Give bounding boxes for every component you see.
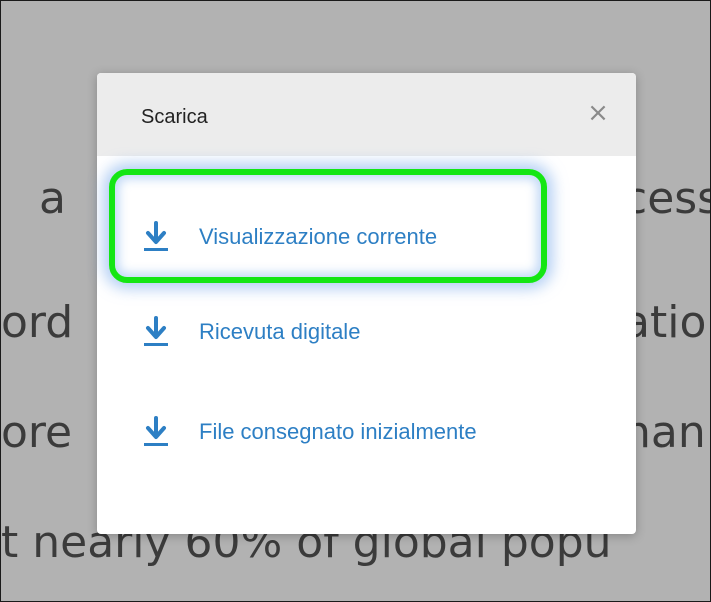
download-dialog: Scarica × Visualizzazione corrente Ricev… — [97, 73, 636, 534]
download-option-label: Visualizzazione corrente — [199, 224, 438, 249]
dialog-header: Scarica × — [97, 73, 636, 156]
download-icon — [141, 415, 171, 449]
download-option-current-view[interactable]: Visualizzazione corrente — [141, 217, 437, 257]
download-icon — [141, 220, 171, 254]
download-option-digital-receipt[interactable]: Ricevuta digitale — [141, 312, 360, 352]
download-option-original-file[interactable]: File consegnato inizialmente — [141, 412, 477, 452]
dialog-title: Scarica — [141, 106, 208, 128]
close-button[interactable]: × — [584, 99, 612, 127]
download-icon — [141, 315, 171, 349]
download-option-label: Ricevuta digitale — [199, 319, 361, 344]
download-option-label: File consegnato inizialmente — [199, 419, 477, 444]
screenshot-frame: a cess ord atio ore han t nearly 60% of … — [0, 0, 711, 602]
